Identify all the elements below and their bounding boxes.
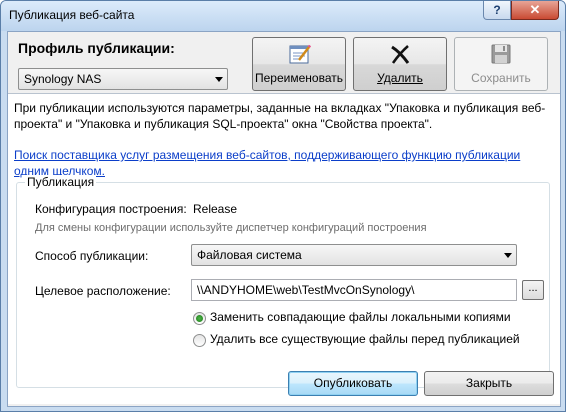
delete-files-radio[interactable]	[193, 334, 206, 347]
save-button[interactable]: Сохранить	[454, 37, 548, 91]
build-config-value: Release	[193, 202, 238, 216]
delete-button-label: Удалить	[354, 71, 446, 85]
publish-dialog: Публикация веб-сайта ? ✕ Профиль публика…	[0, 0, 566, 412]
title-bar[interactable]: Публикация веб-сайта ? ✕	[1, 1, 565, 31]
chevron-down-icon	[504, 253, 512, 258]
rename-button-label: Переименовать	[255, 71, 343, 85]
profile-heading: Профиль публикации:	[18, 40, 175, 56]
close-button-label: Закрыть	[465, 376, 513, 390]
replace-files-radio[interactable]	[193, 312, 206, 325]
publish-group: Публикация Конфигурация построения: Rele…	[16, 175, 550, 388]
help-button[interactable]: ?	[483, 1, 511, 20]
rename-icon	[289, 44, 311, 64]
publish-settings-panel: При публикации используются параметры, з…	[8, 94, 560, 404]
target-location-value: \\ANDYHOME\web\TestMvcOnSynology\	[197, 283, 415, 297]
build-config-label: Конфигурация построения:	[35, 202, 187, 216]
publish-button-label: Опубликовать	[313, 376, 393, 390]
delete-files-label[interactable]: Удалить все существующие файлы перед пуб…	[210, 332, 520, 346]
replace-files-label[interactable]: Заменить совпадающие файлы локальными ко…	[210, 310, 511, 324]
dialog-client-area: Профиль публикации: Synology NAS Переиме…	[7, 31, 561, 407]
profile-select-value: Synology NAS	[24, 72, 102, 86]
close-window-button[interactable]: ✕	[511, 1, 559, 20]
publish-button[interactable]: Опубликовать	[288, 371, 418, 396]
target-location-label: Целевое расположение:	[35, 284, 171, 298]
publish-method-label: Способ публикации:	[35, 249, 149, 263]
profile-select[interactable]: Synology NAS	[18, 68, 228, 90]
build-config-hint: Для смены конфигурации используйте диспе…	[35, 222, 427, 234]
delete-label-text: Удалить	[377, 71, 423, 85]
target-location-input[interactable]: \\ANDYHOME\web\TestMvcOnSynology\	[191, 279, 517, 301]
delete-button[interactable]: Удалить	[353, 37, 447, 91]
window-title: Публикация веб-сайта	[9, 8, 135, 22]
save-icon	[491, 44, 511, 64]
chevron-down-icon	[215, 77, 223, 82]
publish-method-select[interactable]: Файловая система	[191, 244, 517, 266]
delete-icon	[391, 45, 410, 64]
close-button[interactable]: Закрыть	[424, 371, 554, 396]
rename-button[interactable]: Переименовать	[252, 37, 346, 91]
radio-selected-dot	[196, 315, 203, 322]
publish-method-value: Файловая система	[197, 248, 302, 262]
publish-group-title: Публикация	[25, 175, 97, 189]
info-text: При публикации используются параметры, з…	[14, 101, 546, 131]
browse-button[interactable]: ...	[522, 280, 544, 300]
save-button-label: Сохранить	[471, 71, 531, 85]
